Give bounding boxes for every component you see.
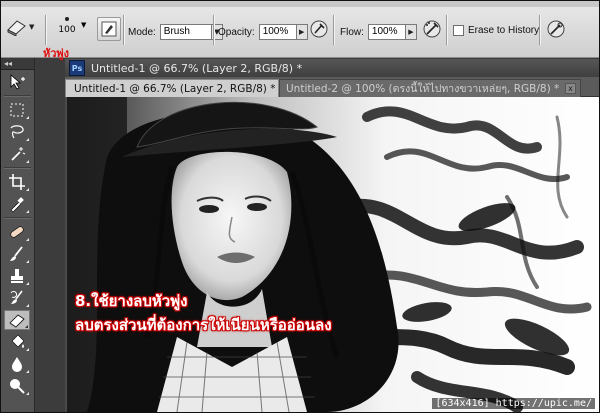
stamp-icon [11,269,23,283]
image-host-watermark: [634x416] https://upic.me/ [432,398,595,409]
move-icon [10,74,25,90]
chevron-down-icon[interactable]: ▼ [81,21,86,29]
flow-input[interactable]: 100% [367,24,406,40]
history-brush-icon [10,290,23,304]
water-drop-icon [12,357,22,372]
marquee-tool[interactable] [4,100,30,120]
opacity-label: Opacity: [218,26,255,38]
chevron-right-icon[interactable]: ▶ [296,24,308,40]
checkbox-box[interactable] [453,25,464,36]
mode-select[interactable]: Brush [159,24,212,40]
image-canvas[interactable]: 8.ใช้ยางลบหัวพู่ง ลบตรงส่วนที่ต้องการให้… [67,97,599,412]
brush-tool[interactable] [4,244,30,264]
clone-stamp-tool[interactable] [4,266,30,286]
photoshop-window: ▼ 100 ▼ หัวพู่ง Mode: Brush ▼ Opacity: 1… [0,0,600,413]
paint-bucket-icon [11,334,25,348]
brush-panel-toggle[interactable] [97,17,121,41]
panel-collapse-handle[interactable]: ◂◂ [1,58,34,70]
brush-size-value: 100 [58,25,76,35]
eyedropper-icon [10,197,24,213]
erase-to-history-checkbox[interactable]: Erase to History [453,25,539,36]
airbrush-pressure-icon[interactable] [309,19,329,39]
blur-tool[interactable] [4,354,30,374]
tab-untitled-2[interactable]: Untitled-2 @ 100% (ตรงนี้ให้ไปทางขวาเหล่… [279,79,581,97]
tab-label: Untitled-2 @ 100% (ตรงนี้ให้ไปทางขวาเหล่… [286,83,560,95]
crop-tool[interactable] [4,172,30,192]
brush-panel-button[interactable] [97,17,121,41]
artwork-portrait-with-ink-smoke [67,97,599,412]
eraser-icon [9,314,25,328]
instruction-caption-line-1: 8.ใช้ยางลบหัวพู่ง [75,292,188,310]
mode-label: Mode: [128,26,156,38]
eraser-tool[interactable] [4,310,30,330]
healing-brush-tool[interactable] [4,222,30,242]
rectangular-marquee-icon [10,103,24,117]
opacity-input[interactable]: 100% [258,24,297,40]
document-window-title: Untitled-1 @ 66.7% (Layer 2, RGB/8) * [91,61,303,75]
bandage-icon [10,226,24,238]
chevron-right-icon[interactable]: ▶ [405,24,417,40]
brush-preset-picker[interactable]: 100 [53,13,81,35]
lasso-icon [10,125,24,139]
quick-selection-tool[interactable] [4,144,30,164]
tools-panel: ◂◂ [1,58,35,412]
magic-wand-icon [11,147,26,161]
flow-label: Flow: [340,26,364,38]
document-title-bar[interactable]: Ps Untitled-1 @ 66.7% (Layer 2, RGB/8) * [65,59,599,77]
crop-icon [9,174,25,190]
lasso-tool[interactable] [4,122,30,142]
options-bar: ▼ 100 ▼ หัวพู่ง Mode: Brush ▼ Opacity: 1… [1,7,599,60]
opacity-control: Opacity: 100% ▶ [218,24,308,40]
dodge-tool[interactable] [4,376,30,396]
airbrush-icon[interactable] [422,19,442,39]
brush-tip-icon [65,17,69,21]
instruction-caption-line-2: ลบตรงส่วนที่ต้องการให้เนียนหรืออ่อนลง [75,316,332,334]
close-icon[interactable]: x [565,83,576,94]
flow-control: Flow: 100% ▶ [340,24,417,40]
tool-preset-picker[interactable]: ▼ [5,18,34,36]
tablet-pressure-icon[interactable] [546,19,566,39]
chevron-down-icon: ▼ [29,23,35,31]
move-tool[interactable] [4,72,30,92]
document-tabs: Untitled-1 @ 66.7% (Layer 2, RGB/8) * x … [65,77,599,97]
history-brush-tool[interactable] [4,288,30,308]
eyedropper-tool[interactable] [4,194,30,214]
dodge-icon [10,379,25,394]
paint-bucket-tool[interactable] [4,332,30,352]
brush-icon [10,246,23,261]
tab-label: Untitled-1 @ 66.7% (Layer 2, RGB/8) * [74,82,276,95]
photoshop-logo-icon: Ps [69,60,85,76]
erase-to-history-label: Erase to History [468,25,540,36]
document-window: Ps Untitled-1 @ 66.7% (Layer 2, RGB/8) *… [65,59,599,412]
brush-panel-icon [101,21,117,37]
eraser-icon [7,20,26,36]
mode-control: Mode: Brush ▼ [128,24,223,40]
tab-untitled-1[interactable]: Untitled-1 @ 66.7% (Layer 2, RGB/8) * x [65,79,289,97]
